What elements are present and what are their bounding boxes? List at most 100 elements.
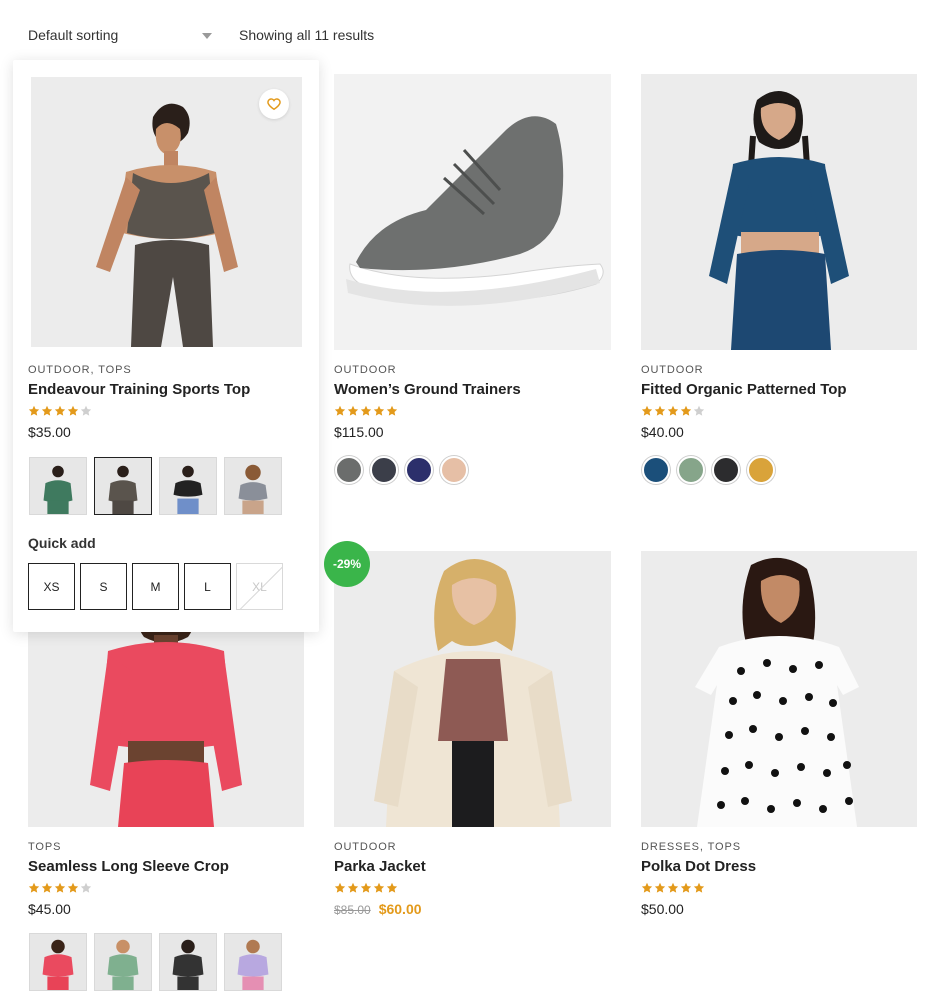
size-option-xs[interactable]: XS xyxy=(28,563,75,610)
product-price: $45.00 xyxy=(28,901,71,917)
variant-thumb[interactable] xyxy=(94,933,152,991)
star-filled-icon xyxy=(67,882,79,893)
color-swatch[interactable] xyxy=(677,456,705,484)
product-categories: TOPS xyxy=(28,841,62,853)
star-rating xyxy=(334,405,398,417)
product-image[interactable] xyxy=(334,551,611,827)
variant-thumb[interactable] xyxy=(159,933,217,991)
product-categories: OUTDOOR, TOPS xyxy=(28,364,132,376)
star-filled-icon xyxy=(28,882,40,893)
product-image[interactable] xyxy=(334,74,611,350)
sort-select-label: Default sorting xyxy=(28,27,119,43)
star-filled-icon xyxy=(41,405,53,416)
sale-price: $60.00 xyxy=(378,901,422,917)
star-filled-icon xyxy=(373,882,385,893)
star-rating xyxy=(28,882,92,894)
product-image[interactable] xyxy=(641,551,917,827)
star-filled-icon xyxy=(54,882,66,893)
star-filled-icon xyxy=(54,405,66,416)
star-filled-icon xyxy=(667,405,679,416)
regular-price: $85.00 xyxy=(334,903,371,917)
variant-thumb[interactable] xyxy=(29,933,87,991)
variant-thumbnails xyxy=(29,457,282,515)
variant-thumb[interactable] xyxy=(29,457,87,515)
size-option-s[interactable]: S xyxy=(80,563,127,610)
star-filled-icon xyxy=(386,405,398,416)
product-image[interactable] xyxy=(641,74,917,350)
product-card[interactable]: DRESSES, TOPS Polka Dot Dress $50.00 xyxy=(641,551,917,931)
color-swatches xyxy=(335,456,468,484)
product-title[interactable]: Seamless Long Sleeve Crop xyxy=(28,858,229,875)
product-title[interactable]: Parka Jacket xyxy=(334,858,426,875)
star-filled-icon xyxy=(334,405,346,416)
variant-thumb[interactable] xyxy=(224,457,282,515)
quick-add-label: Quick add xyxy=(28,535,96,551)
shop-toolbar: Default sorting Showing all 11 results xyxy=(28,27,428,47)
star-filled-icon xyxy=(641,882,653,893)
star-filled-icon xyxy=(680,405,692,416)
product-categories: OUTDOOR xyxy=(334,364,397,376)
star-filled-icon xyxy=(334,882,346,893)
product-title[interactable]: Endeavour Training Sports Top xyxy=(28,381,250,398)
color-swatch[interactable] xyxy=(370,456,398,484)
star-filled-icon xyxy=(667,882,679,893)
star-filled-icon xyxy=(654,882,666,893)
star-empty-icon xyxy=(80,882,92,893)
heart-icon xyxy=(267,98,281,111)
variant-thumb[interactable] xyxy=(224,933,282,991)
product-categories: DRESSES, TOPS xyxy=(641,841,741,853)
color-swatch[interactable] xyxy=(642,456,670,484)
product-card[interactable]: OUTDOOR Fitted Organic Patterned Top $40… xyxy=(641,74,917,494)
star-rating xyxy=(641,405,705,417)
product-price: $35.00 xyxy=(28,424,71,440)
sale-badge: -29% xyxy=(324,541,370,587)
star-rating xyxy=(641,882,705,894)
star-filled-icon xyxy=(360,882,372,893)
size-option-m[interactable]: M xyxy=(132,563,179,610)
size-option-xl-unavailable: XL xyxy=(236,563,283,610)
star-filled-icon xyxy=(67,405,79,416)
sort-select[interactable]: Default sorting xyxy=(28,27,212,47)
product-title[interactable]: Fitted Organic Patterned Top xyxy=(641,381,847,398)
color-swatch[interactable] xyxy=(440,456,468,484)
color-swatch[interactable] xyxy=(747,456,775,484)
product-card[interactable]: OUTDOOR Parka Jacket $85.00 $60.00 xyxy=(334,551,611,931)
star-empty-icon xyxy=(693,405,705,416)
variant-thumb[interactable] xyxy=(159,457,217,515)
star-filled-icon xyxy=(693,882,705,893)
product-card[interactable]: OUTDOOR Women’s Ground Trainers $115.00 xyxy=(334,74,611,494)
color-swatch[interactable] xyxy=(712,456,740,484)
color-swatch[interactable] xyxy=(405,456,433,484)
star-filled-icon xyxy=(347,882,359,893)
star-filled-icon xyxy=(373,405,385,416)
product-categories: OUTDOOR xyxy=(641,364,704,376)
star-filled-icon xyxy=(28,405,40,416)
product-categories: OUTDOOR xyxy=(334,841,397,853)
product-title[interactable]: Women’s Ground Trainers xyxy=(334,381,521,398)
product-price: $115.00 xyxy=(334,424,384,440)
product-image[interactable] xyxy=(31,77,302,347)
color-swatch[interactable] xyxy=(335,456,363,484)
product-price: $85.00 $60.00 xyxy=(334,901,422,917)
size-options: XS S M L XL xyxy=(28,563,283,610)
star-rating xyxy=(28,405,92,417)
star-filled-icon xyxy=(680,882,692,893)
result-count: Showing all 11 results xyxy=(239,27,375,43)
color-swatches xyxy=(642,456,775,484)
star-empty-icon xyxy=(80,405,92,416)
wishlist-button[interactable] xyxy=(259,89,289,119)
product-price: $40.00 xyxy=(641,424,684,440)
product-title[interactable]: Polka Dot Dress xyxy=(641,858,756,875)
chevron-down-icon xyxy=(202,33,212,39)
variant-thumb-selected[interactable] xyxy=(94,457,152,515)
star-rating xyxy=(334,882,398,894)
star-filled-icon xyxy=(41,882,53,893)
star-filled-icon xyxy=(360,405,372,416)
size-option-l[interactable]: L xyxy=(184,563,231,610)
star-filled-icon xyxy=(654,405,666,416)
product-card[interactable]: OUTDOOR, TOPS Endeavour Training Sports … xyxy=(13,60,319,632)
variant-thumbnails xyxy=(29,933,282,991)
star-filled-icon xyxy=(386,882,398,893)
product-price: $50.00 xyxy=(641,901,684,917)
star-filled-icon xyxy=(347,405,359,416)
